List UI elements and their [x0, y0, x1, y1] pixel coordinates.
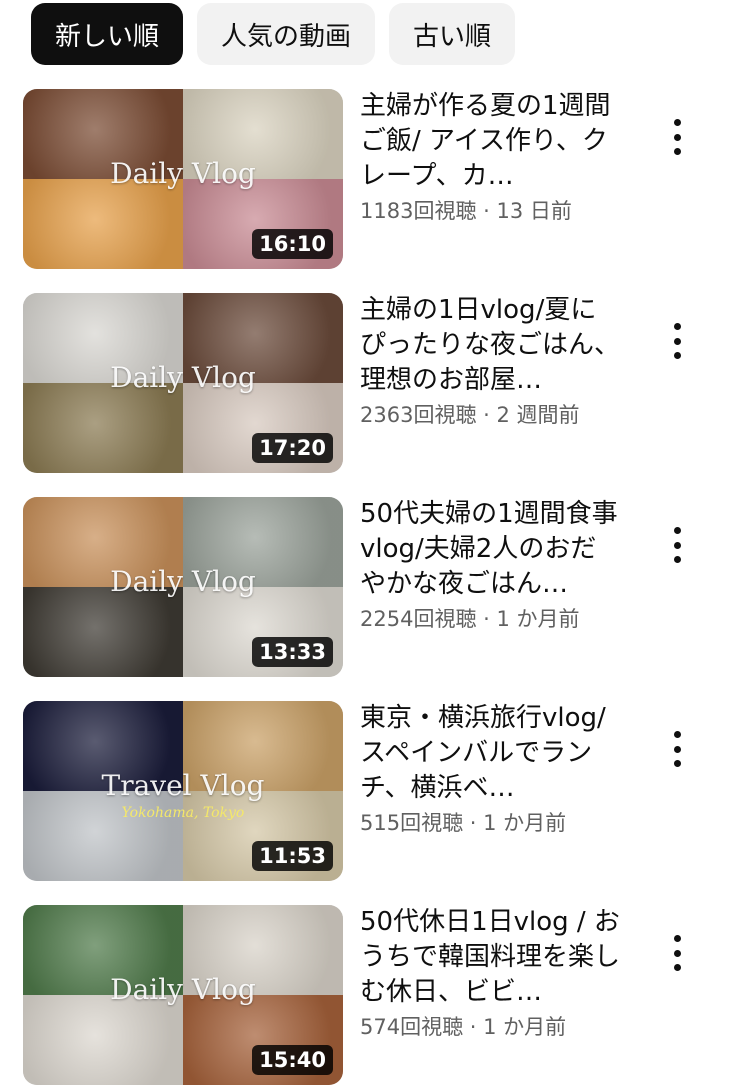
video-item[interactable]: Daily Vlog 16:10 主婦が作る夏の1週間ご飯/ アイス作り、クレー… [23, 89, 723, 269]
view-count: 515回視聴 [360, 811, 464, 835]
more-options-icon[interactable] [669, 527, 685, 563]
video-title[interactable]: 50代夫婦の1週間食事vlog/夫婦2人のおだやかな夜ごはん… [360, 497, 620, 602]
upload-age: 13 日前 [496, 199, 572, 223]
video-meta: 50代休日1日vlog / おうちで韓国料理を楽しむ休日、ビビ… 574回視聴 … [360, 905, 620, 1041]
view-count: 2363回視聴 [360, 403, 477, 427]
video-thumbnail[interactable]: Daily Vlog 13:33 [23, 497, 343, 677]
video-item[interactable]: Daily Vlog 13:33 50代夫婦の1週間食事vlog/夫婦2人のおだ… [23, 497, 723, 677]
thumbnail-title-overlay: Daily Vlog [110, 973, 256, 1006]
video-stats: 2363回視聴 · 2 週間前 [360, 403, 580, 427]
thumbnail-title-overlay: Daily Vlog [110, 361, 256, 394]
video-title[interactable]: 主婦が作る夏の1週間ご飯/ アイス作り、クレープ、カ… [360, 89, 620, 194]
thumbnail-title-overlay: Travel Vlog [101, 769, 265, 802]
video-thumbnail[interactable]: Daily Vlog 17:20 [23, 293, 343, 473]
video-meta: 主婦の1日vlog/夏にぴったりな夜ごはん、理想のお部屋… 2363回視聴 · … [360, 293, 620, 429]
thumbnail-photo [23, 179, 183, 269]
video-stats: 2254回視聴 · 1 か月前 [360, 607, 580, 631]
more-options-icon[interactable] [669, 935, 685, 971]
chip-oldest[interactable]: 古い順 [389, 3, 516, 65]
video-item[interactable]: Travel Vlog Yokohama, Tokyo 11:53 東京・横浜旅… [23, 701, 723, 881]
upload-age: 1 か月前 [496, 607, 580, 631]
video-title[interactable]: 50代休日1日vlog / おうちで韓国料理を楽しむ休日、ビビ… [360, 905, 620, 1010]
upload-age: 1 か月前 [483, 811, 567, 835]
sort-chip-bar: 新しい順 人気の動画 古い順 [31, 3, 516, 65]
video-meta: 50代夫婦の1週間食事vlog/夫婦2人のおだやかな夜ごはん… 2254回視聴 … [360, 497, 620, 633]
video-stats: 1183回視聴 · 13 日前 [360, 199, 572, 223]
duration-badge: 13:33 [252, 637, 333, 667]
thumbnail-subtitle-overlay: Yokohama, Tokyo [121, 805, 245, 821]
video-thumbnail[interactable]: Daily Vlog 15:40 [23, 905, 343, 1085]
thumbnail-title-overlay: Daily Vlog [110, 157, 256, 190]
video-title[interactable]: 主婦の1日vlog/夏にぴったりな夜ごはん、理想のお部屋… [360, 293, 620, 398]
more-options-icon[interactable] [669, 119, 685, 155]
thumbnail-title-overlay: Daily Vlog [110, 565, 256, 598]
thumbnail-photo [23, 383, 183, 473]
view-count: 1183回視聴 [360, 199, 477, 223]
video-meta: 主婦が作る夏の1週間ご飯/ アイス作り、クレープ、カ… 1183回視聴 · 13… [360, 89, 620, 225]
view-count: 574回視聴 [360, 1015, 464, 1039]
more-options-icon[interactable] [669, 323, 685, 359]
thumbnail-photo [23, 587, 183, 677]
view-count: 2254回視聴 [360, 607, 477, 631]
chip-popular[interactable]: 人気の動画 [197, 3, 376, 65]
video-thumbnail[interactable]: Travel Vlog Yokohama, Tokyo 11:53 [23, 701, 343, 881]
duration-badge: 16:10 [252, 229, 333, 259]
video-thumbnail[interactable]: Daily Vlog 16:10 [23, 89, 343, 269]
more-options-icon[interactable] [669, 731, 685, 767]
thumbnail-photo [23, 995, 183, 1085]
upload-age: 2 週間前 [496, 403, 580, 427]
video-meta: 東京・横浜旅行vlog/スペインバルでランチ、横浜ベ… 515回視聴 · 1 か… [360, 701, 620, 837]
duration-badge: 15:40 [252, 1045, 333, 1075]
video-stats: 574回視聴 · 1 か月前 [360, 1015, 567, 1039]
chip-newest[interactable]: 新しい順 [31, 3, 184, 65]
video-stats: 515回視聴 · 1 か月前 [360, 811, 567, 835]
video-item[interactable]: Daily Vlog 17:20 主婦の1日vlog/夏にぴったりな夜ごはん、理… [23, 293, 723, 473]
video-title[interactable]: 東京・横浜旅行vlog/スペインバルでランチ、横浜ベ… [360, 701, 620, 806]
duration-badge: 17:20 [252, 433, 333, 463]
upload-age: 1 か月前 [483, 1015, 567, 1039]
video-item[interactable]: Daily Vlog 15:40 50代休日1日vlog / おうちで韓国料理を… [23, 905, 723, 1085]
duration-badge: 11:53 [252, 841, 333, 871]
